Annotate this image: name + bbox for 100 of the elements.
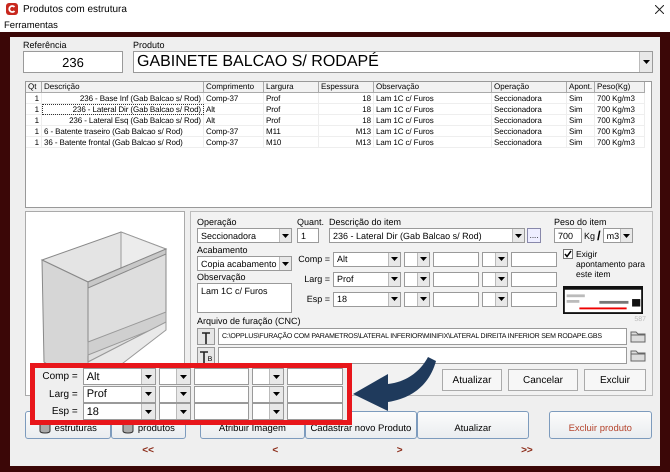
nav-button[interactable]: < <box>268 445 282 456</box>
field-label: Exigir apontamento para este item <box>576 249 646 279</box>
caret-icon <box>145 410 152 414</box>
dropdown[interactable] <box>159 403 192 420</box>
column-header[interactable]: Espessura <box>319 82 374 93</box>
table-cell: Prof <box>264 115 319 126</box>
dropdown[interactable]: Prof <box>333 272 401 286</box>
table-cell: Lam 1C c/ Furos <box>374 115 492 126</box>
column-header[interactable]: Apont. <box>567 82 595 93</box>
database-icon <box>122 422 134 434</box>
column-header[interactable]: Observação <box>374 82 492 93</box>
table-cell: 18 <box>319 115 374 126</box>
column-header[interactable]: Qt <box>26 82 42 93</box>
text-field[interactable] <box>194 386 249 402</box>
table-cell: 236 - Lateral Esq (Gab Balcao s/ Rod) <box>42 115 204 126</box>
column-header[interactable]: Peso(Kg) <box>595 82 645 93</box>
dropdown[interactable]: Alt <box>82 368 156 385</box>
caret-icon <box>420 277 427 281</box>
text-field[interactable]: 700 <box>554 228 582 243</box>
field-label: Larg = <box>48 388 79 400</box>
table-cell: Seccionadora <box>492 104 567 115</box>
unit-separator: / <box>597 228 601 243</box>
text-field[interactable] <box>511 292 557 306</box>
caret-icon <box>391 297 398 301</box>
table-cell: Sim <box>567 93 595 104</box>
caret-icon <box>282 234 289 238</box>
dropdown[interactable] <box>404 252 430 266</box>
field-label: Produto <box>133 40 166 50</box>
dropdown[interactable]: Prof <box>82 386 156 402</box>
text-field[interactable] <box>286 403 343 420</box>
dropdown[interactable]: Copia acabamento <box>197 256 292 271</box>
dropdown[interactable]: 18 <box>333 292 401 306</box>
text-field[interactable] <box>433 252 479 266</box>
dropdown[interactable]: 236 - Lateral Dir (Gab Balcao s/ Rod) <box>329 228 526 243</box>
text-field[interactable]: Lam 1C c/ Furos <box>197 283 292 313</box>
dropdown[interactable]: Alt <box>333 252 401 266</box>
caret-icon <box>180 410 188 414</box>
text-field[interactable] <box>218 347 627 364</box>
field-label: Larg = <box>303 274 330 284</box>
window-title: Produtos com estrutura <box>23 4 128 14</box>
dropdown[interactable] <box>482 252 508 266</box>
dropdown[interactable]: m3 <box>602 228 633 243</box>
table-cell: M11 <box>264 126 319 137</box>
folder-icon[interactable] <box>630 349 646 362</box>
action-button[interactable]: Atualizar <box>417 411 529 439</box>
table-cell: 1 <box>26 137 42 148</box>
menu-item[interactable]: Ferramentas <box>4 20 58 30</box>
drill-button[interactable] <box>197 328 215 345</box>
action-button[interactable]: Excluir <box>584 369 646 391</box>
caret-icon <box>391 277 398 281</box>
dropdown[interactable]: Seccionadora <box>197 228 292 243</box>
column-header[interactable]: Operação <box>492 82 567 93</box>
table-cell: 18 <box>319 93 374 104</box>
table-cell: 700 Kg/m3 <box>595 137 645 148</box>
checkbox[interactable] <box>563 249 573 259</box>
table-cell: 700 Kg/m3 <box>595 115 645 126</box>
nav-button[interactable]: << <box>138 445 158 456</box>
column-header[interactable]: Comprimento <box>204 82 264 93</box>
dropdown[interactable] <box>482 272 508 286</box>
text-field[interactable] <box>286 386 343 402</box>
text-field[interactable] <box>286 368 343 385</box>
folder-icon[interactable] <box>630 330 646 343</box>
nav-button[interactable]: > <box>392 445 407 456</box>
column-header[interactable]: Descrição <box>42 82 204 93</box>
browse-button[interactable]: .... <box>527 228 542 243</box>
table-cell: Prof <box>264 104 319 115</box>
action-button[interactable]: Excluir produto <box>548 411 652 439</box>
table-cell: 700 Kg/m3 <box>595 126 645 137</box>
dropdown[interactable] <box>159 368 192 385</box>
caret-icon <box>642 60 650 64</box>
action-button[interactable]: Cancelar <box>508 369 578 391</box>
dropdown[interactable] <box>252 368 284 385</box>
nav-button[interactable]: >> <box>517 445 537 456</box>
field-label: Referência <box>23 40 68 50</box>
column-header[interactable]: Largura <box>264 82 319 93</box>
text-field[interactable] <box>511 272 557 286</box>
text-field[interactable] <box>511 252 557 266</box>
field-label: Observação <box>197 272 247 282</box>
dropdown[interactable]: GABINETE BALCAO S/ RODAPÉ <box>133 51 653 73</box>
table-cell: M10 <box>264 137 319 148</box>
table-cell: 1 <box>26 126 42 137</box>
text-field[interactable]: 1 <box>297 228 319 243</box>
text-field[interactable] <box>194 368 249 385</box>
dropdown[interactable] <box>159 386 192 402</box>
text-field[interactable] <box>194 403 249 420</box>
dropdown[interactable] <box>404 272 430 286</box>
text-field[interactable] <box>433 292 479 306</box>
text-field[interactable]: 236 <box>23 51 123 73</box>
dropdown[interactable] <box>252 403 284 420</box>
table-cell: Seccionadora <box>492 93 567 104</box>
dropdown[interactable] <box>404 292 430 306</box>
dropdown[interactable] <box>252 386 284 402</box>
text-field[interactable] <box>433 272 479 286</box>
dropdown[interactable] <box>482 292 508 306</box>
drill-icon <box>202 332 210 344</box>
caret-icon <box>420 257 427 261</box>
action-button[interactable]: Atualizar <box>442 369 502 391</box>
table-cell: 236 - Lateral Dir (Gab Balcao s/ Rod) <box>42 104 204 115</box>
dropdown[interactable]: 18 <box>82 403 156 420</box>
close-icon[interactable] <box>655 4 664 14</box>
